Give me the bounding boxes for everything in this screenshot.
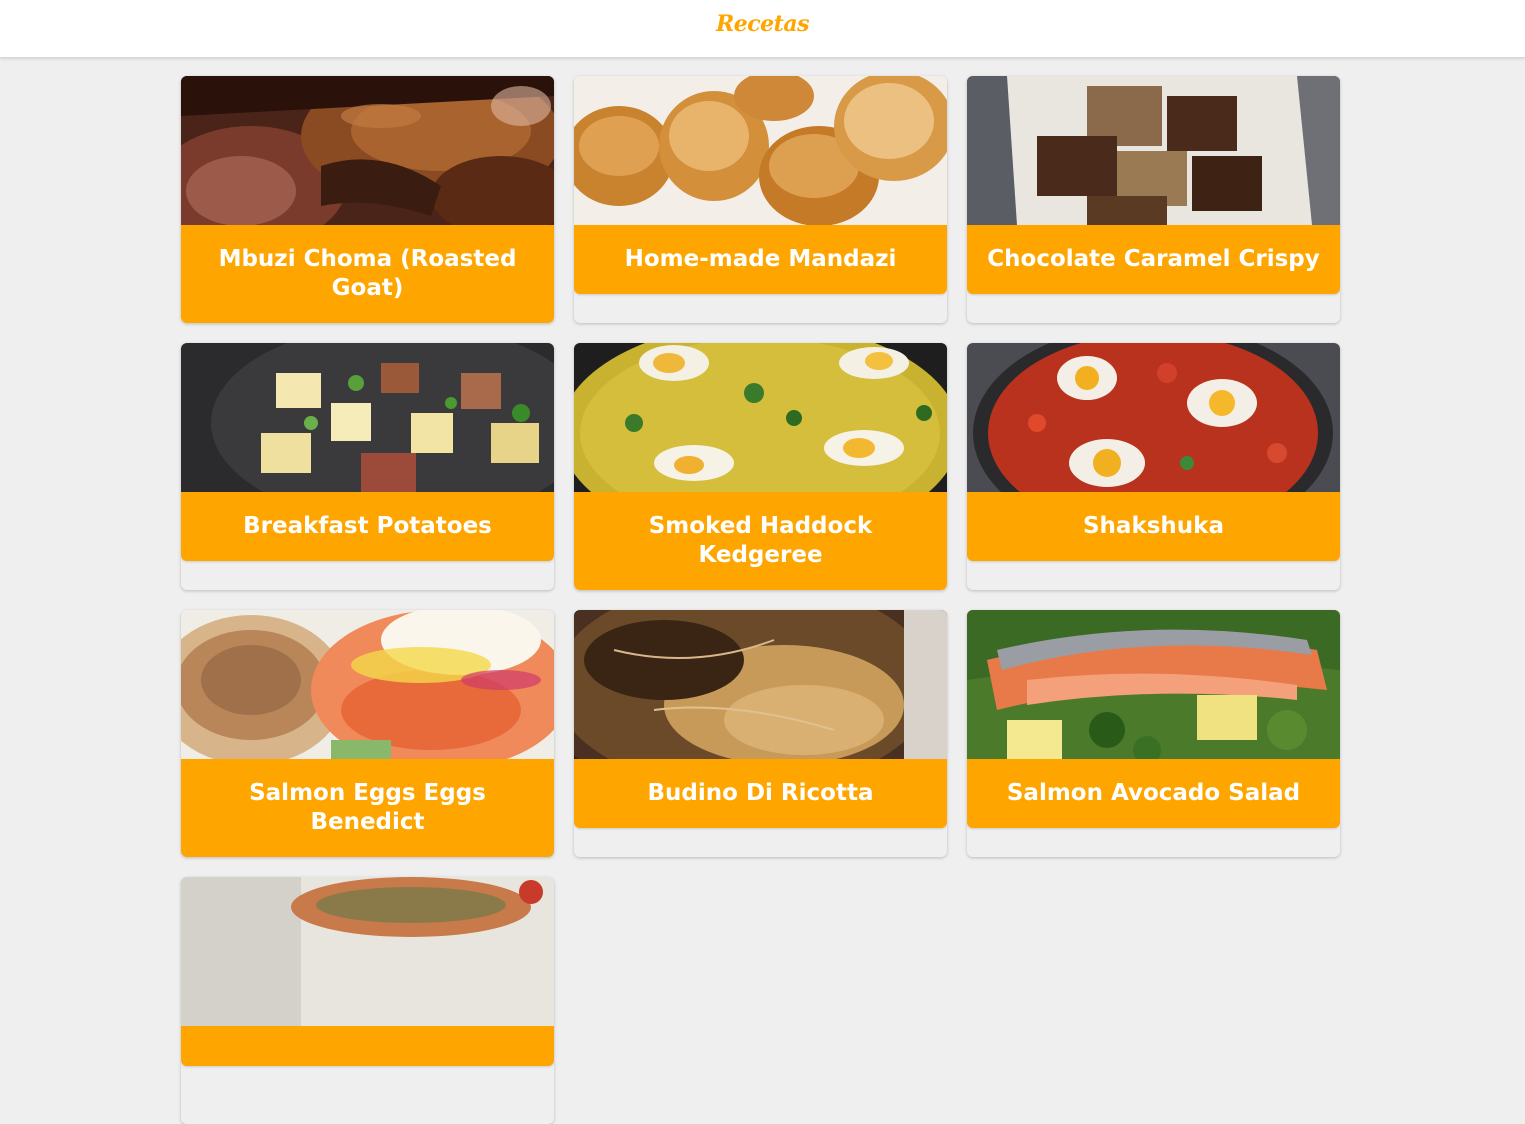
recipe-card[interactable]: Home-made Mandazi: [574, 76, 947, 323]
recipe-title[interactable]: Shakshuka: [967, 492, 1340, 561]
recipe-card[interactable]: Salmon Eggs Eggs Benedict: [181, 610, 554, 857]
recipe-title[interactable]: Salmon Eggs Eggs Benedict: [181, 759, 554, 857]
recipe-title[interactable]: [181, 1026, 554, 1066]
recipe-image[interactable]: [574, 343, 947, 492]
recipe-title[interactable]: Salmon Avocado Salad: [967, 759, 1340, 828]
recipe-image[interactable]: [967, 343, 1340, 492]
recipe-card[interactable]: Mbuzi Choma (Roasted Goat): [181, 76, 554, 323]
recipe-title[interactable]: Smoked Haddock Kedgeree: [574, 492, 947, 590]
recipe-image[interactable]: [574, 76, 947, 225]
recipe-card[interactable]: Chocolate Caramel Crispy: [967, 76, 1340, 323]
recipe-card[interactable]: Breakfast Potatoes: [181, 343, 554, 590]
recipe-image[interactable]: [574, 610, 947, 759]
recipe-card[interactable]: Shakshuka: [967, 343, 1340, 590]
recipe-card[interactable]: Salmon Avocado Salad: [967, 610, 1340, 857]
recipe-title[interactable]: Chocolate Caramel Crispy: [967, 225, 1340, 294]
recipe-image[interactable]: [181, 610, 554, 759]
recipe-image[interactable]: [181, 343, 554, 492]
app-header: Recetas: [0, 0, 1525, 58]
recipe-title[interactable]: Mbuzi Choma (Roasted Goat): [181, 225, 554, 323]
recipe-card[interactable]: Smoked Haddock Kedgeree: [574, 343, 947, 590]
recipe-card[interactable]: Budino Di Ricotta: [574, 610, 947, 857]
recipe-image[interactable]: [181, 877, 554, 1026]
recipe-image[interactable]: [967, 610, 1340, 759]
recipe-card[interactable]: [181, 877, 554, 1124]
recipe-title[interactable]: Budino Di Ricotta: [574, 759, 947, 828]
recipe-image[interactable]: [967, 76, 1340, 225]
recipe-image[interactable]: [181, 76, 554, 225]
recipe-grid: Mbuzi Choma (Roasted Goat) Home-made Man…: [181, 76, 1340, 1124]
recipe-title[interactable]: Home-made Mandazi: [574, 225, 947, 294]
app-title: Recetas: [716, 11, 809, 37]
recipe-title[interactable]: Breakfast Potatoes: [181, 492, 554, 561]
